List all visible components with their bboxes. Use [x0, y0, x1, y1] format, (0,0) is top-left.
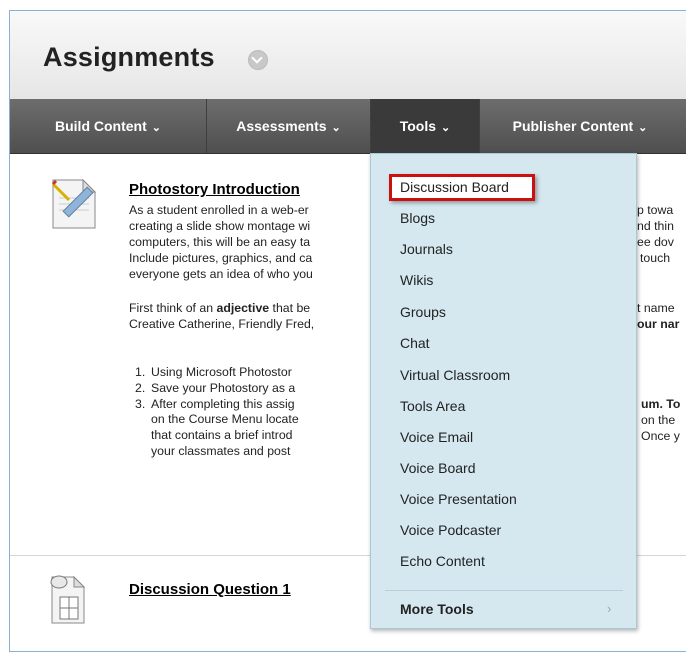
list-number: 3.	[135, 396, 146, 411]
list-text: Save your Photostory as a	[151, 380, 296, 395]
publisher-content-button[interactable]: Publisher Content ⌄	[480, 99, 680, 153]
list-item: your classmates and post	[129, 444, 299, 460]
list-item: on the Course Menu locate	[129, 412, 299, 428]
build-content-button[interactable]: Build Content ⌄	[10, 99, 207, 153]
assessments-button[interactable]: Assessments ⌄	[207, 99, 371, 153]
item-description-fragment: um. To	[641, 397, 686, 413]
tools-button[interactable]: Tools ⌄	[371, 99, 480, 153]
list-number: 1.	[135, 365, 146, 379]
menu-item-wikis[interactable]: Wikis	[400, 272, 433, 288]
menu-item-voice-email[interactable]: Voice Email	[400, 429, 473, 445]
text-span: First think of an	[129, 301, 217, 315]
item-description-fragment: our nar	[637, 317, 680, 331]
list-item: 3. After completing this assig	[129, 397, 299, 413]
list-text: Using Microsoft Photostor	[151, 365, 292, 379]
build-content-label: Build Content	[55, 118, 147, 134]
action-bar: Build Content ⌄ Assessments ⌄ Tools ⌄ Publi…	[10, 99, 686, 154]
bold-text: adjective	[216, 301, 270, 315]
item-description-fragment: ee dov	[637, 235, 674, 249]
item-description-fragment: t name	[637, 301, 675, 315]
list-text: that contains a brief introd	[151, 428, 293, 443]
item-description-fragment: p towa	[637, 203, 674, 217]
menu-item-journals[interactable]: Journals	[400, 241, 453, 257]
menu-separator	[385, 590, 623, 591]
publisher-content-label: Publisher Content	[512, 118, 634, 134]
item-description-fragment: nd thin	[637, 219, 674, 233]
item-description-fragment: on the	[641, 413, 676, 427]
menu-item-voice-presentation[interactable]: Voice Presentation	[400, 491, 517, 507]
chevron-down-icon: ⌄	[151, 122, 161, 134]
item-title-photostory[interactable]: Photostory Introduction	[129, 181, 300, 198]
menu-item-voice-board[interactable]: Voice Board	[400, 460, 476, 476]
bold-text: um. To	[641, 397, 681, 411]
instruction-list: 1. Using Microsoft Photostor 2. Save your …	[129, 365, 299, 460]
item-title-discussion-question[interactable]: Discussion Question 1	[129, 581, 291, 598]
assignment-document-icon	[51, 178, 97, 229]
menu-item-groups[interactable]: Groups	[400, 304, 446, 320]
chevron-down-icon: ⌄	[331, 122, 341, 134]
menu-item-chat[interactable]: Chat	[400, 335, 430, 351]
menu-item-tools-area[interactable]: Tools Area	[400, 398, 465, 414]
item-description-fragment: Once y	[641, 429, 680, 443]
menu-item-voice-podcaster[interactable]: Voice Podcaster	[400, 522, 501, 538]
menu-item-virtual-classroom[interactable]: Virtual Classroom	[400, 367, 510, 383]
page-title: Assignments	[43, 42, 215, 72]
chevron-right-icon: ›	[607, 601, 612, 616]
chevron-down-icon: ⌄	[441, 122, 451, 134]
list-text: your classmates and post	[151, 443, 291, 458]
menu-item-blogs[interactable]: Blogs	[400, 210, 435, 226]
list-text: After completing this assig	[151, 396, 295, 411]
assessments-label: Assessments	[236, 118, 327, 134]
chevron-down-icon: ⌄	[638, 122, 648, 134]
menu-item-discussion-board[interactable]: Discussion Board	[400, 179, 509, 195]
tools-dropdown-menu: Discussion Board Blogs Journals Wikis Gr…	[370, 153, 637, 629]
menu-item-more-tools[interactable]: More Tools	[400, 601, 474, 617]
menu-item-echo-content[interactable]: Echo Content	[400, 553, 485, 569]
list-item: that contains a brief introd	[129, 428, 299, 444]
tools-label: Tools	[399, 118, 437, 134]
list-text: on the Course Menu locate	[151, 412, 299, 427]
list-item: 1. Using Microsoft Photostor	[129, 365, 299, 381]
list-number: 2.	[135, 380, 146, 395]
discussion-document-icon	[50, 575, 86, 624]
title-options-icon[interactable]	[248, 50, 268, 70]
item-description-fragment: touch	[640, 251, 671, 265]
list-item: 2. Save your Photostory as a	[129, 381, 299, 397]
text-span: that be	[269, 301, 311, 315]
